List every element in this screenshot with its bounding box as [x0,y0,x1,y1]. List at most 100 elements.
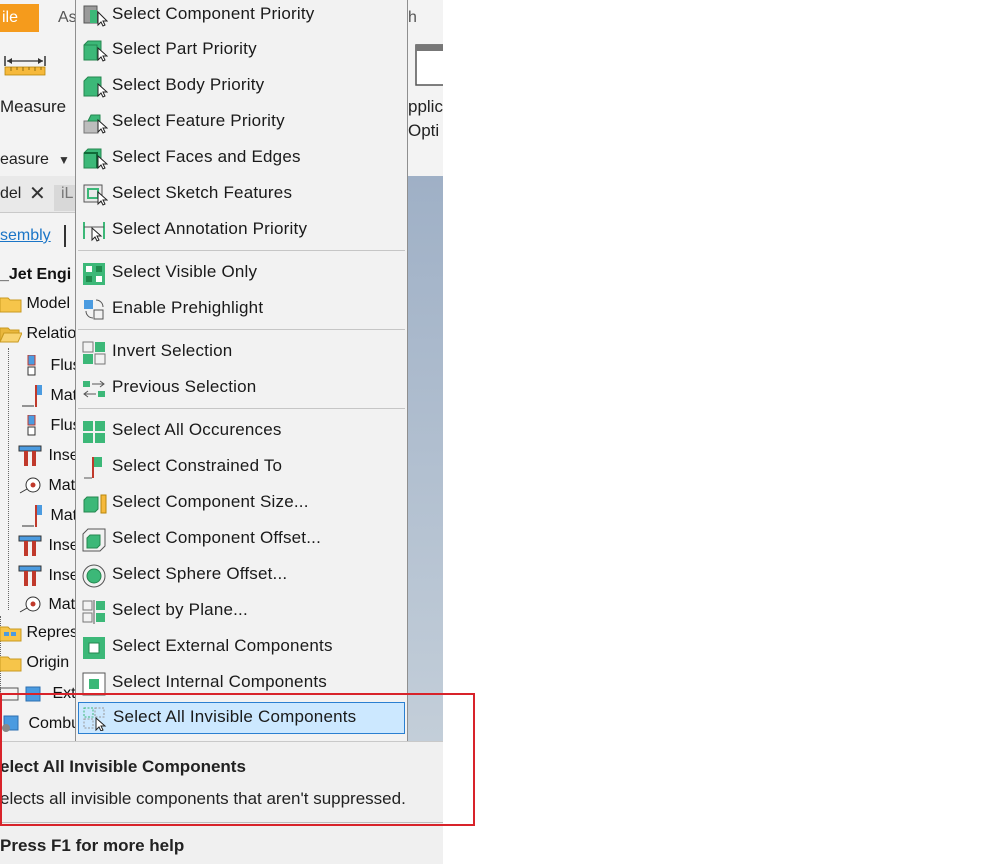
tree-item-constraint[interactable]: Flus [22,415,81,437]
menu-item-label: Select by Plane... [112,600,248,619]
tree-item-model-states[interactable]: Model [0,295,70,317]
application-options-label-1[interactable]: pplic [408,97,443,117]
constrained-to-icon [84,457,102,479]
menu-item-label: Select Sphere Offset... [112,564,288,583]
insert-constraint-icon [18,535,42,556]
tab-ilogic[interactable]: iL [54,185,76,211]
tree-item-relationships[interactable]: Relatio [0,325,76,347]
measure-panel-dropdown[interactable]: easure [0,151,49,169]
chevron-down-icon[interactable]: ▼ [58,153,70,167]
faces-edges-icon [83,148,108,170]
menu-item-label: Select Body Priority [112,75,265,94]
measure-button-label[interactable]: Measure [0,97,66,117]
tree-item-constraint[interactable]: Mat [18,475,75,497]
tree-item-label: Mat [48,596,76,613]
red-highlight-callout [0,693,475,826]
menu-item-annotation-priority[interactable]: Select Annotation Priority [78,215,405,247]
tree-item-constraint[interactable]: Mat [18,594,75,616]
prehighlight-icon [84,299,104,320]
menu-item-label: Enable Prehighlight [112,298,264,317]
file-tab[interactable]: ile [0,4,39,32]
menu-item-component-offset[interactable]: Select Component Offset... [78,524,405,556]
tree-item-constraint[interactable]: Inse [18,445,79,467]
menu-item-part-priority[interactable]: Select Part Priority [78,35,405,67]
component-size-icon [83,494,107,514]
folder-open-icon [0,327,22,343]
tree-item-constraint[interactable]: Inse [18,535,79,557]
representations-icon [0,626,22,642]
mate-constraint-icon [22,385,42,407]
part-priority-icon [83,40,108,62]
annotation-priority-icon [83,222,105,242]
menu-item-by-plane[interactable]: Select by Plane... [78,596,405,628]
sphere-offset-icon [82,564,106,588]
menu-item-label: Select Part Priority [112,39,257,58]
menu-separator [78,329,405,330]
menu-item-invert-selection[interactable]: Invert Selection [78,337,405,369]
tree-item-label: Model [26,295,71,312]
menu-item-label: Select Annotation Priority [112,219,308,238]
assembly-view-dropdown[interactable]: sembly [0,227,51,245]
menu-item-label: Select Sketch Features [112,183,293,202]
component-priority-icon [83,5,108,27]
tree-item-label: Mat [50,507,78,524]
menu-separator [78,250,405,251]
insert-constraint-icon [18,565,42,586]
tree-item-constraint[interactable]: Mat [22,505,77,527]
close-icon[interactable]: ✕ [29,181,46,206]
menu-item-label: Select Component Size... [112,492,309,511]
menu-item-external-components[interactable]: Select External Components [78,632,405,664]
flush-constraint-icon [27,415,36,436]
tree-item-constraint[interactable]: Mat [22,385,77,407]
tree-item-constraint[interactable]: Flus [22,355,81,377]
tree-item-label: Origin [26,654,70,671]
menu-item-previous-selection[interactable]: Previous Selection [78,373,405,405]
mate-constraint-icon [22,505,42,527]
all-occurrences-icon [83,421,105,443]
by-plane-icon [82,600,105,624]
tab-assemble[interactable]: As [58,9,77,27]
tab-right[interactable]: h [408,9,417,27]
application-options-label-2[interactable]: Opti [408,121,439,141]
mate-point-icon [19,477,41,494]
folder-icon [0,656,22,672]
menu-item-sketch-features[interactable]: Select Sketch Features [78,179,405,211]
tree-item-representations[interactable]: Repres [0,624,78,646]
menu-item-component-size[interactable]: Select Component Size... [78,488,405,520]
menu-item-label: Select Component Offset... [112,528,321,547]
menu-item-label: Invert Selection [112,341,233,360]
menu-item-faces-edges[interactable]: Select Faces and Edges [78,143,405,175]
selection-filter-menu: Select Component Priority Select Part Pr… [75,0,408,741]
measure-ruler-icon[interactable] [3,52,47,76]
tree-item-constraint[interactable]: Inse [18,565,79,587]
menu-item-component-priority[interactable]: Select Component Priority [78,0,405,32]
menu-item-sphere-offset[interactable]: Select Sphere Offset... [78,560,405,592]
invert-selection-icon [82,341,106,365]
menu-item-feature-priority[interactable]: Select Feature Priority [78,107,405,139]
previous-selection-icon [83,380,105,398]
tree-root-assembly[interactable]: _Jet Engi [0,266,71,284]
mate-point-icon [19,596,41,613]
menu-item-visible-only[interactable]: Select Visible Only [78,258,405,290]
tooltip-help-hint: Press F1 for more help [0,836,185,855]
body-priority-icon [83,76,108,98]
menu-item-label: Select Feature Priority [112,111,285,130]
tree-item-label: Mat [48,477,76,494]
sketch-features-icon [83,184,108,206]
tree-item-label: Relatio [26,325,77,342]
menu-item-constrained-to[interactable]: Select Constrained To [78,452,405,484]
insert-constraint-icon [18,445,42,466]
toolbar-divider [64,225,66,247]
menu-item-label: Select Faces and Edges [112,147,301,166]
tree-item-label: Repres [26,624,79,641]
tree-item-origin[interactable]: Origin [0,654,69,676]
flush-constraint-icon [27,355,36,376]
application-options-icon[interactable] [415,44,443,86]
tree-item-label: Mat [50,387,78,404]
menu-item-enable-prehighlight[interactable]: Enable Prehighlight [78,294,405,326]
graphics-viewport[interactable] [407,176,443,741]
menu-item-body-priority[interactable]: Select Body Priority [78,71,405,103]
tab-model[interactable]: del [0,185,21,203]
external-components-icon [83,637,105,659]
menu-item-all-occurrences[interactable]: Select All Occurences [78,416,405,448]
